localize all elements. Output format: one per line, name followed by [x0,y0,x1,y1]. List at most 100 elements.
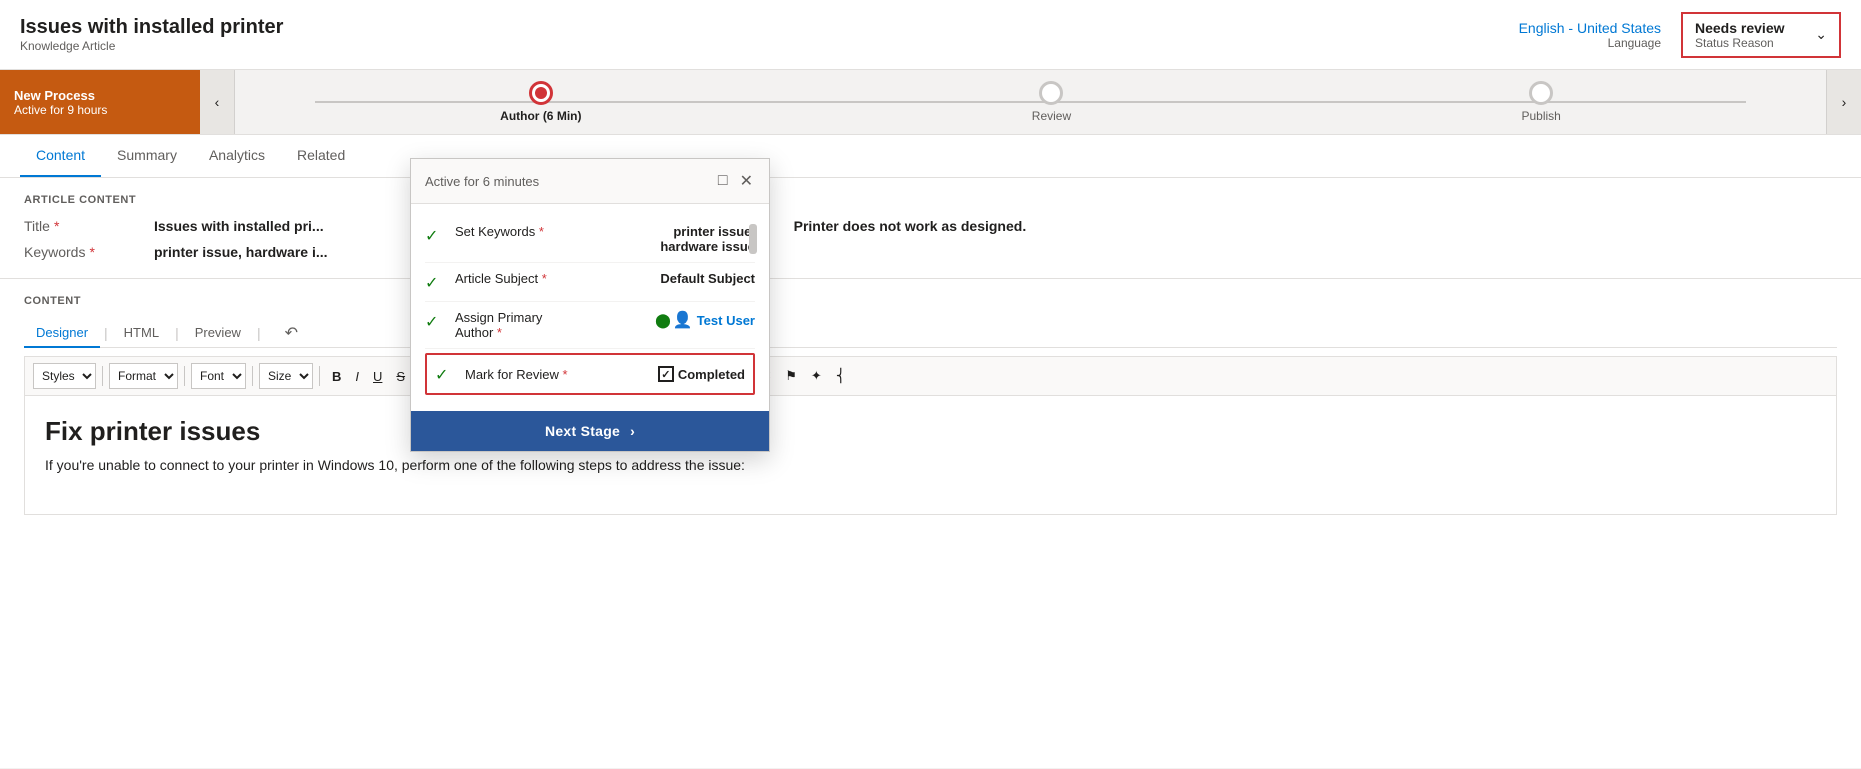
popup-row-mark-for-review: ✓ Mark for Review * ✓ Completed [425,353,755,395]
stage-circle-author [529,81,553,105]
process-stages: Author (6 Min) Review Publish [235,81,1826,123]
title-row: Title * Issues with installed pri... Des… [24,218,1837,234]
page-title: Issues with installed printer [20,16,283,39]
popup-field-subject: Article Subject * [455,271,587,286]
keywords-field: Keywords * printer issue, hardware i... [24,244,328,260]
next-stage-arrow-icon: › [630,423,635,439]
format-select[interactable]: Format [109,363,178,389]
popup-row-author: ✓ Assign PrimaryAuthor * ⬤ 👤 Test User [425,302,755,349]
completed-checkbox-icon: ✓ [658,366,674,382]
status-reason-text: Needs review Status Reason [1695,20,1785,50]
sparkle-button[interactable]: ✦ [805,364,828,388]
stage-author[interactable]: Author (6 Min) [500,81,581,123]
editor-tab-designer[interactable]: Designer [24,319,100,348]
page-subtitle: Knowledge Article [20,39,283,53]
completed-label: Completed [678,367,745,382]
popup-author-name: Test User [697,313,755,328]
underline-button[interactable]: U [367,365,388,388]
tab-related[interactable]: Related [281,135,361,177]
stage-circle-review [1039,81,1063,105]
toolbar-sep2 [184,366,185,386]
status-reason-label: Status Reason [1695,36,1785,50]
tab-summary[interactable]: Summary [101,135,193,177]
popup-completed-badge: ✓ Completed [658,366,745,382]
editor-tab-sep1: | [100,325,112,341]
process-nav-left-button[interactable]: ‹ [200,70,235,134]
language-value: English - United States [1519,20,1661,36]
popup-subject-value: Default Subject [597,271,755,286]
process-tag: New Process Active for 9 hours [0,70,200,134]
flag-button[interactable]: ⚑ [779,364,803,388]
stage-label-review: Review [1032,109,1071,123]
keywords-row: Keywords * printer issue, hardware i... [24,244,1837,260]
keywords-required-star: * [89,244,94,260]
italic-button[interactable]: I [349,365,365,388]
tab-analytics[interactable]: Analytics [193,135,281,177]
article-content-section: ARTICLE CONTENT Title * Issues with inst… [0,178,1861,279]
popup-keywords-value: printer issue,hardware issue [597,224,755,254]
mark-review-star: * [563,367,568,382]
stage-circle-publish [1529,81,1553,105]
check-icon-mark-review: ✓ [435,365,455,385]
process-tag-title: New Process [14,88,186,103]
popup-header: Active for 6 minutes □ ✕ [411,159,769,204]
toolbar-sep4 [319,366,320,386]
popup-author-value: ⬤ 👤 Test User [655,310,755,330]
check-icon-author: ✓ [425,312,445,332]
subject-star: * [542,271,547,286]
toolbar-sep3 [252,366,253,386]
editor-tab-html[interactable]: HTML [112,319,171,348]
content-editor-section: CONTENT Designer | HTML | Preview | ↶ St… [0,279,1861,523]
process-tag-subtitle: Active for 9 hours [14,103,186,117]
header-left: Issues with installed printer Knowledge … [20,16,283,53]
stage-review[interactable]: Review [1032,81,1071,123]
stage-label-publish: Publish [1521,109,1560,123]
styles-select[interactable]: Styles [33,363,96,389]
code-button[interactable]: ⎨ [830,364,852,388]
main-content: ARTICLE CONTENT Title * Issues with inst… [0,178,1861,768]
process-nav-right-button[interactable]: › [1826,70,1861,134]
tabs-bar: Content Summary Analytics Related [0,135,1861,178]
popup-field-keywords: Set Keywords * [455,224,587,239]
popup-actions: □ ✕ [716,169,755,193]
bold-button[interactable]: B [326,365,347,388]
status-reason-dropdown[interactable]: Needs review Status Reason ⌄ [1681,12,1841,58]
tab-content[interactable]: Content [20,135,101,177]
size-select[interactable]: Size [259,363,313,389]
toolbar-sep1 [102,366,103,386]
stage-publish[interactable]: Publish [1521,81,1560,123]
popup-title: Active for 6 minutes [425,174,539,189]
editor-paragraph: If you're unable to connect to your prin… [45,457,1816,473]
stage-label-author: Author (6 Min) [500,109,581,123]
popup-row-subject: ✓ Article Subject * Default Subject [425,263,755,302]
popup-field-mark-review: Mark for Review * [465,367,648,382]
font-select[interactable]: Font [191,363,246,389]
keywords-star: * [539,224,544,239]
check-icon-subject: ✓ [425,273,445,293]
next-stage-button[interactable]: Next Stage › [411,411,769,451]
popup-close-button[interactable]: ✕ [738,169,755,193]
title-value: Issues with installed pri... [154,218,324,234]
language-section: English - United States Language [1519,20,1661,50]
undo-button[interactable]: ↶ [285,323,298,343]
header-right: English - United States Language Needs r… [1519,12,1841,58]
process-bar: New Process Active for 9 hours ‹ Author … [0,70,1861,135]
popup-expand-button[interactable]: □ [716,169,730,193]
strikethrough-button[interactable]: S [390,365,411,388]
title-field: Title * Issues with installed pri... [24,218,324,234]
title-required-star: * [54,218,59,234]
editor-tabs: Designer | HTML | Preview | ↶ [24,319,1837,348]
content-section-heading: CONTENT [24,295,1837,307]
keywords-label: Keywords * [24,244,144,260]
popup-field-author: Assign PrimaryAuthor * [455,310,645,340]
title-label: Title * [24,218,144,234]
popup-content: ✓ Set Keywords * printer issue,hardware … [411,204,769,411]
editor-toolbar: Styles Format Font Size B I U S A▾ A▾ ⇤ … [24,356,1837,395]
status-reason-title: Needs review [1695,20,1785,36]
stage-popup: Active for 6 minutes □ ✕ ✓ Set Keywords … [410,158,770,452]
editor-body[interactable]: Fix printer issues If you're unable to c… [24,395,1837,515]
check-icon-keywords: ✓ [425,226,445,246]
chevron-left-icon: ‹ [215,94,220,110]
editor-tab-sep2: | [171,325,183,341]
editor-tab-preview[interactable]: Preview [183,319,253,348]
